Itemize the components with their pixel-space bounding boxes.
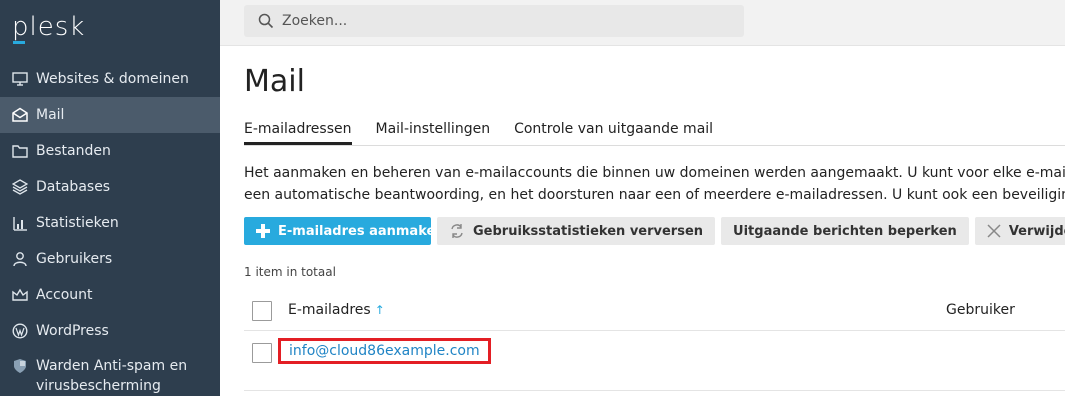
sidebar-item-label: Gebruikers <box>36 251 113 267</box>
sidebar-nav: Websites & domeinen Mail Bestanden Datab… <box>0 61 220 396</box>
sidebar-item-bestanden[interactable]: Bestanden <box>0 133 220 169</box>
logo-accent <box>13 41 25 44</box>
wordpress-icon <box>12 323 28 339</box>
topbar <box>220 0 1065 46</box>
create-email-button[interactable]: E-mailadres aanmaken <box>244 217 445 245</box>
tab-bar: E-mailadressen Mail-instellingen Control… <box>244 121 737 145</box>
sort-asc-icon: ↑ <box>374 303 385 317</box>
page-title: Mail <box>244 64 305 99</box>
column-header-user[interactable]: Gebruiker <box>946 302 1015 318</box>
search-icon <box>258 13 274 29</box>
sidebar-item-websites[interactable]: Websites & domeinen <box>0 61 220 97</box>
sidebar-item-label: Warden Anti-spam en virusbescherming <box>36 356 187 396</box>
plesk-logo[interactable]: plesk <box>12 12 85 42</box>
close-icon <box>987 224 1001 238</box>
refresh-stats-label: Gebruiksstatistieken verversen <box>473 223 704 239</box>
table-header: E-mailadres ↑ Gebruiker <box>244 291 1065 331</box>
sidebar-item-label: Bestanden <box>36 143 111 159</box>
sidebar-item-label: WordPress <box>36 323 109 339</box>
shield-icon <box>12 358 28 374</box>
sidebar-item-mail[interactable]: Mail <box>0 97 220 133</box>
folder-icon <box>12 143 28 159</box>
table-row: info@cloud86example.com <box>244 331 1065 391</box>
search-box[interactable] <box>244 5 744 37</box>
search-input[interactable] <box>282 13 722 29</box>
sidebar-item-label: Databases <box>36 179 111 195</box>
item-count: 1 item in totaal <box>244 265 336 279</box>
column-header-email-label: E-mailadres <box>288 302 371 318</box>
row-checkbox[interactable] <box>252 343 272 363</box>
main-content: Mail E-mailadressen Mail-instellingen Co… <box>244 46 1065 396</box>
column-header-email[interactable]: E-mailadres ↑ <box>288 302 385 318</box>
sidebar-item-account[interactable]: Account <box>0 277 220 313</box>
monitor-icon <box>12 71 28 87</box>
sidebar-item-wordpress[interactable]: WordPress <box>0 313 220 349</box>
refresh-icon <box>449 223 465 239</box>
tabs-divider <box>244 145 1065 146</box>
delete-label: Verwijderen <box>1008 223 1065 239</box>
sidebar-item-gebruikers[interactable]: Gebruikers <box>0 241 220 277</box>
crown-icon <box>12 287 28 303</box>
tab-controle-uitgaande-mail[interactable]: Controle van uitgaande mail <box>514 121 713 145</box>
sidebar-item-label: Account <box>36 287 93 303</box>
select-all-checkbox[interactable] <box>252 300 272 321</box>
tab-mail-instellingen[interactable]: Mail-instellingen <box>376 121 491 145</box>
sidebar-item-label: Mail <box>36 107 65 123</box>
tab-e-mailadressen[interactable]: E-mailadressen <box>244 121 352 145</box>
sidebar-item-databases[interactable]: Databases <box>0 169 220 205</box>
toolbar: E-mailadres aanmaken Gebruiksstatistieke… <box>244 217 1065 245</box>
sidebar-item-warden[interactable]: Warden Anti-spam en virusbescherming <box>0 349 220 396</box>
limit-outgoing-label: Uitgaande berichten beperken <box>733 223 957 239</box>
description-line-1: Het aanmaken en beheren van e-mailaccoun… <box>244 165 1065 181</box>
sidebar-item-label: Statistieken <box>36 215 119 231</box>
limit-outgoing-button[interactable]: Uitgaande berichten beperken <box>721 217 969 245</box>
page-description: Het aanmaken en beheren van e-mailaccoun… <box>244 162 1065 206</box>
mail-icon <box>12 107 28 123</box>
refresh-stats-button[interactable]: Gebruiksstatistieken verversen <box>437 217 716 245</box>
email-address-link[interactable]: info@cloud86example.com <box>278 338 491 364</box>
sidebar-item-label: Websites & domeinen <box>36 71 189 87</box>
sidebar: plesk Websites & domeinen Mail Bestanden… <box>0 0 220 396</box>
plus-icon <box>256 224 270 238</box>
sidebar-item-label-line1: Warden Anti-spam en <box>36 358 188 374</box>
user-icon <box>12 251 28 267</box>
create-email-label: E-mailadres aanmaken <box>278 223 445 239</box>
sidebar-item-statistieken[interactable]: Statistieken <box>0 205 220 241</box>
delete-button[interactable]: Verwijderen <box>974 217 1065 245</box>
email-table: E-mailadres ↑ Gebruiker info@cloud86examp… <box>244 291 1065 391</box>
layers-icon <box>12 179 28 195</box>
sidebar-item-label-line2: virusbescherming <box>36 378 161 394</box>
description-line-2: een automatische beantwoording, en het d… <box>244 187 1065 203</box>
bar-chart-icon <box>12 215 28 231</box>
